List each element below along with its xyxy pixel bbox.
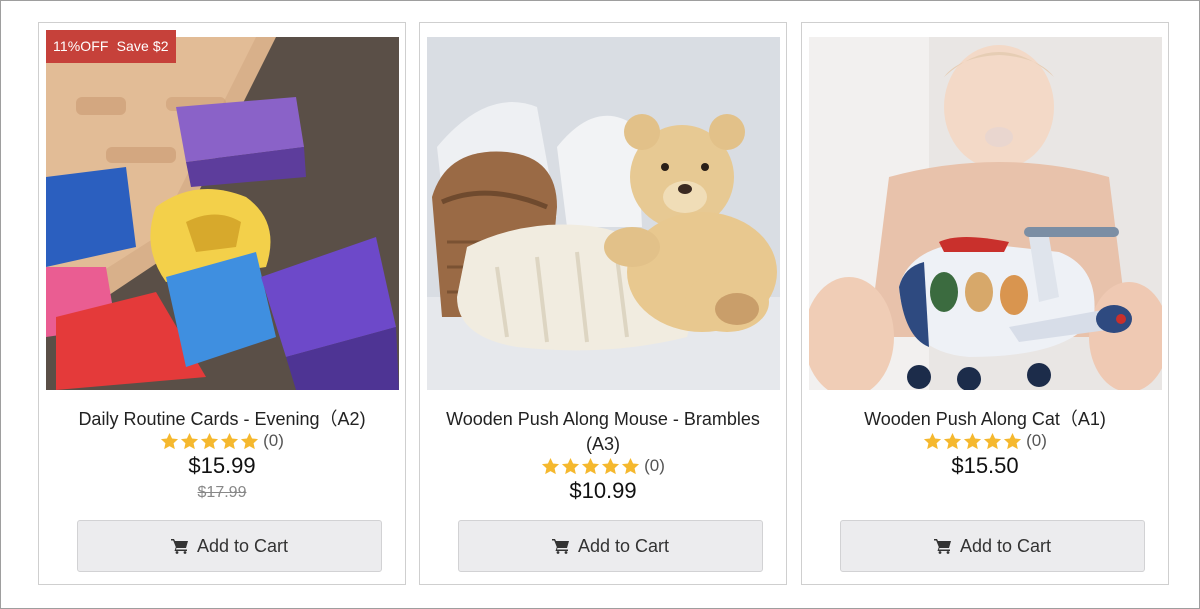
add-to-cart-button[interactable]: Add to Cart [840,520,1145,572]
star-icon [542,457,560,474]
product-title[interactable]: Wooden Push Along Mouse - Brambles (A3) [438,407,768,457]
star-icon [201,432,219,449]
star-icon [602,457,620,474]
star-rating [541,457,640,476]
star-icon [221,432,239,449]
cart-icon [551,539,569,554]
product-image-teddy-bear[interactable] [427,37,780,390]
product-image-alphabet-blocks[interactable] [46,37,399,390]
review-count[interactable]: (0) [263,430,284,452]
cart-icon [170,539,188,554]
add-to-cart-button[interactable]: Add to Cart [77,520,382,572]
product-rating: (0) [39,430,405,452]
product-card: Wooden Push Along Mouse - Brambles (A3) … [419,22,787,585]
review-count[interactable]: (0) [1026,430,1047,452]
cart-icon [933,539,951,554]
add-to-cart-label: Add to Cart [577,535,670,556]
discount-badge: 11%OFF Save $2 [46,30,176,63]
product-old-price: $17.99 [197,484,247,501]
add-to-cart-label: Add to Cart [196,535,289,556]
product-title[interactable]: Wooden Push Along Cat（A1) [820,407,1150,432]
product-title[interactable]: Daily Routine Cards - Evening（A2) [57,407,387,432]
star-icon [622,457,640,474]
add-to-cart-label: Add to Cart [959,535,1052,556]
product-image-toy-airplane[interactable] [809,37,1162,390]
discount-save: Save $2 [116,38,169,54]
star-icon [944,432,962,449]
star-rating [160,432,259,451]
star-icon [181,432,199,449]
star-icon [1004,432,1022,449]
star-icon [924,432,942,449]
star-icon [582,457,600,474]
product-price: $15.50 [951,453,1019,478]
star-icon [984,432,1002,449]
star-icon [964,432,982,449]
star-icon [562,457,580,474]
product-card: 11%OFF Save $2 Daily Routine Cards - Even… [38,22,406,585]
product-card: Wooden Push Along Cat（A1) (0) $15.50 Add… [801,22,1169,585]
product-price: $10.99 [569,478,637,503]
product-rating: (0) [420,455,786,477]
product-grid: 11%OFF Save $2 Daily Routine Cards - Even… [0,0,1200,609]
add-to-cart-button[interactable]: Add to Cart [458,520,763,572]
star-icon [241,432,259,449]
discount-percent: 11%OFF [53,38,109,54]
product-rating: (0) [802,430,1168,452]
review-count[interactable]: (0) [644,455,665,477]
star-rating [923,432,1022,451]
star-icon [161,432,179,449]
product-price: $15.99 [188,453,256,478]
